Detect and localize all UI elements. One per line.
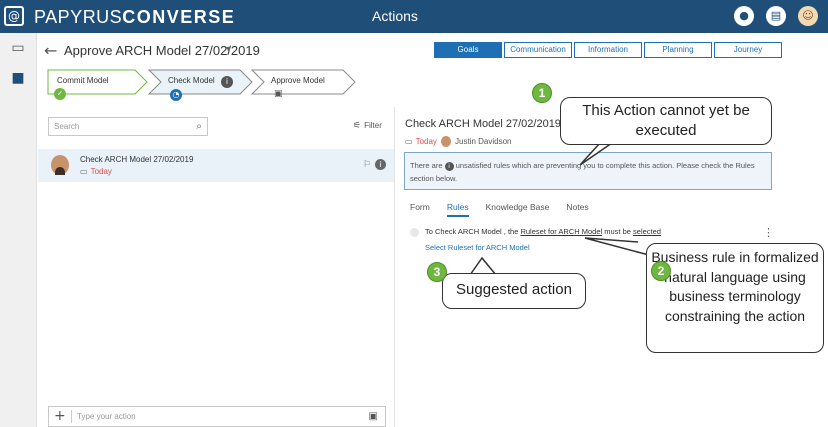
callout-1: This Action cannot yet be executed <box>560 97 772 145</box>
filter-label: Filter <box>364 121 382 130</box>
avatar <box>51 155 69 175</box>
selected-link[interactable]: selected <box>633 227 661 236</box>
detail-title: Check ARCH Model 27/02/2019 <box>405 118 561 130</box>
item-date: ▭ Today <box>80 167 112 176</box>
warning-box: There are i unsatisfied rules which are … <box>404 152 772 190</box>
app-title: Actions <box>372 8 418 24</box>
app-logo-icon[interactable]: @ <box>4 6 24 26</box>
send-icon[interactable]: ▣ <box>369 407 378 426</box>
action-list-panel: Search ⌕ ⚟ Filter Check ARCH Model 27/02/… <box>37 107 395 427</box>
lock-icon: ▣ <box>274 89 283 99</box>
detail-tabs: Form Rules Knowledge Base Notes <box>410 202 606 217</box>
filter-button[interactable]: ⚟ Filter <box>353 121 382 131</box>
callout-2: Business rule in formalized natural lang… <box>646 243 824 353</box>
tab-goals[interactable]: Goals <box>434 42 502 58</box>
detail-meta: ▭ Today Justin Davidson <box>405 136 511 147</box>
item-date-label: Today <box>90 167 112 176</box>
back-arrow-icon[interactable]: ← <box>44 41 57 60</box>
goal-tabs: Goals Communication Information Planning… <box>434 42 784 58</box>
tab-journey[interactable]: Journey <box>714 42 782 58</box>
composer-placeholder: Type your action <box>77 412 136 421</box>
search-icon[interactable]: ⌕ <box>196 118 202 135</box>
step-label: Commit Model <box>57 76 109 85</box>
callout-3-number: 3 <box>427 262 447 282</box>
rule-status-icon <box>410 228 419 237</box>
calendar-icon: ▭ <box>80 167 88 176</box>
warning-text: unsatisfied rules which are preventing y… <box>410 161 755 183</box>
action-composer[interactable]: + Type your action ▣ <box>48 406 386 427</box>
folder-icon[interactable]: ■ <box>9 71 27 85</box>
more-options-icon[interactable]: ⋮ <box>763 226 774 239</box>
list-item[interactable]: Check ARCH Model 27/02/2019 ▭ Today ⚐ i <box>38 149 394 182</box>
info-icon[interactable]: i <box>221 76 233 88</box>
callout-1-number: 1 <box>532 83 552 103</box>
rule-text-mid: must be <box>604 227 631 236</box>
add-icon[interactable]: + <box>54 407 66 426</box>
chat-icon[interactable]: ▤ <box>766 6 786 26</box>
info-icon[interactable]: i <box>375 159 386 170</box>
chevron-down-icon[interactable]: ▾ <box>226 44 231 55</box>
rule-text-pre: To Check ARCH Model , the <box>425 227 519 236</box>
filter-icon: ⚟ <box>353 121 362 131</box>
tab-planning[interactable]: Planning <box>644 42 712 58</box>
inbox-icon[interactable]: ▭ <box>9 41 27 55</box>
user-avatar[interactable]: ☺ <box>798 6 818 26</box>
warning-text-pre: There are <box>410 161 443 170</box>
tab-rules[interactable]: Rules <box>446 202 469 217</box>
ruleset-link[interactable]: Ruleset for ARCH Model <box>520 227 602 236</box>
item-name: Check ARCH Model 27/02/2019 <box>80 155 194 164</box>
suggested-action-link[interactable]: Select Ruleset for ARCH Model <box>425 243 530 252</box>
check-icon: ✓ <box>54 88 66 100</box>
step-label: Approve Model <box>271 76 325 85</box>
flag-icon[interactable]: ⚐ <box>363 160 371 170</box>
tab-knowledge-base[interactable]: Knowledge Base <box>486 202 550 217</box>
callout-3-text: Suggested action <box>456 281 572 298</box>
info-icon: i <box>444 161 454 171</box>
top-bar: @ PAPYRUSCONVERSE Actions ● ▤ ☺ <box>0 0 828 33</box>
tab-notes[interactable]: Notes <box>566 202 588 217</box>
callout-2-text: Business rule in formalized natural lang… <box>651 249 819 324</box>
assignee[interactable]: Justin Davidson <box>441 136 512 147</box>
callout-1-text: This Action cannot yet be executed <box>582 102 750 139</box>
tab-form[interactable]: Form <box>410 202 430 217</box>
rule-text: To Check ARCH Model , the Ruleset for AR… <box>425 227 661 236</box>
brand-logo: PAPYRUSCONVERSE <box>34 7 235 28</box>
tab-communication[interactable]: Communication <box>504 42 572 58</box>
brand-bold: CONVERSE <box>122 7 236 27</box>
avatar <box>441 136 451 147</box>
composer-divider <box>71 410 72 423</box>
search-input[interactable]: Search ⌕ <box>48 117 208 136</box>
brand-light: PAPYRUS <box>34 7 123 27</box>
callout-2-number: 2 <box>651 261 671 281</box>
search-placeholder: Search <box>54 122 80 131</box>
calendar-icon: ▭ <box>405 137 413 146</box>
progress-icon: ◔ <box>170 89 182 101</box>
left-rail: ▭ ■ <box>0 33 37 427</box>
detail-date: Today <box>415 137 437 146</box>
user-circle-icon[interactable]: ● <box>734 6 754 26</box>
tab-information[interactable]: Information <box>574 42 642 58</box>
step-check-model[interactable]: Check Model <box>148 69 254 95</box>
step-approve-model[interactable]: Approve Model <box>251 69 357 95</box>
callout-3: Suggested action <box>442 273 586 309</box>
assignee-name: Justin Davidson <box>455 137 512 146</box>
top-icons: ● ▤ ☺ <box>734 6 818 26</box>
step-label: Check Model <box>168 76 215 85</box>
